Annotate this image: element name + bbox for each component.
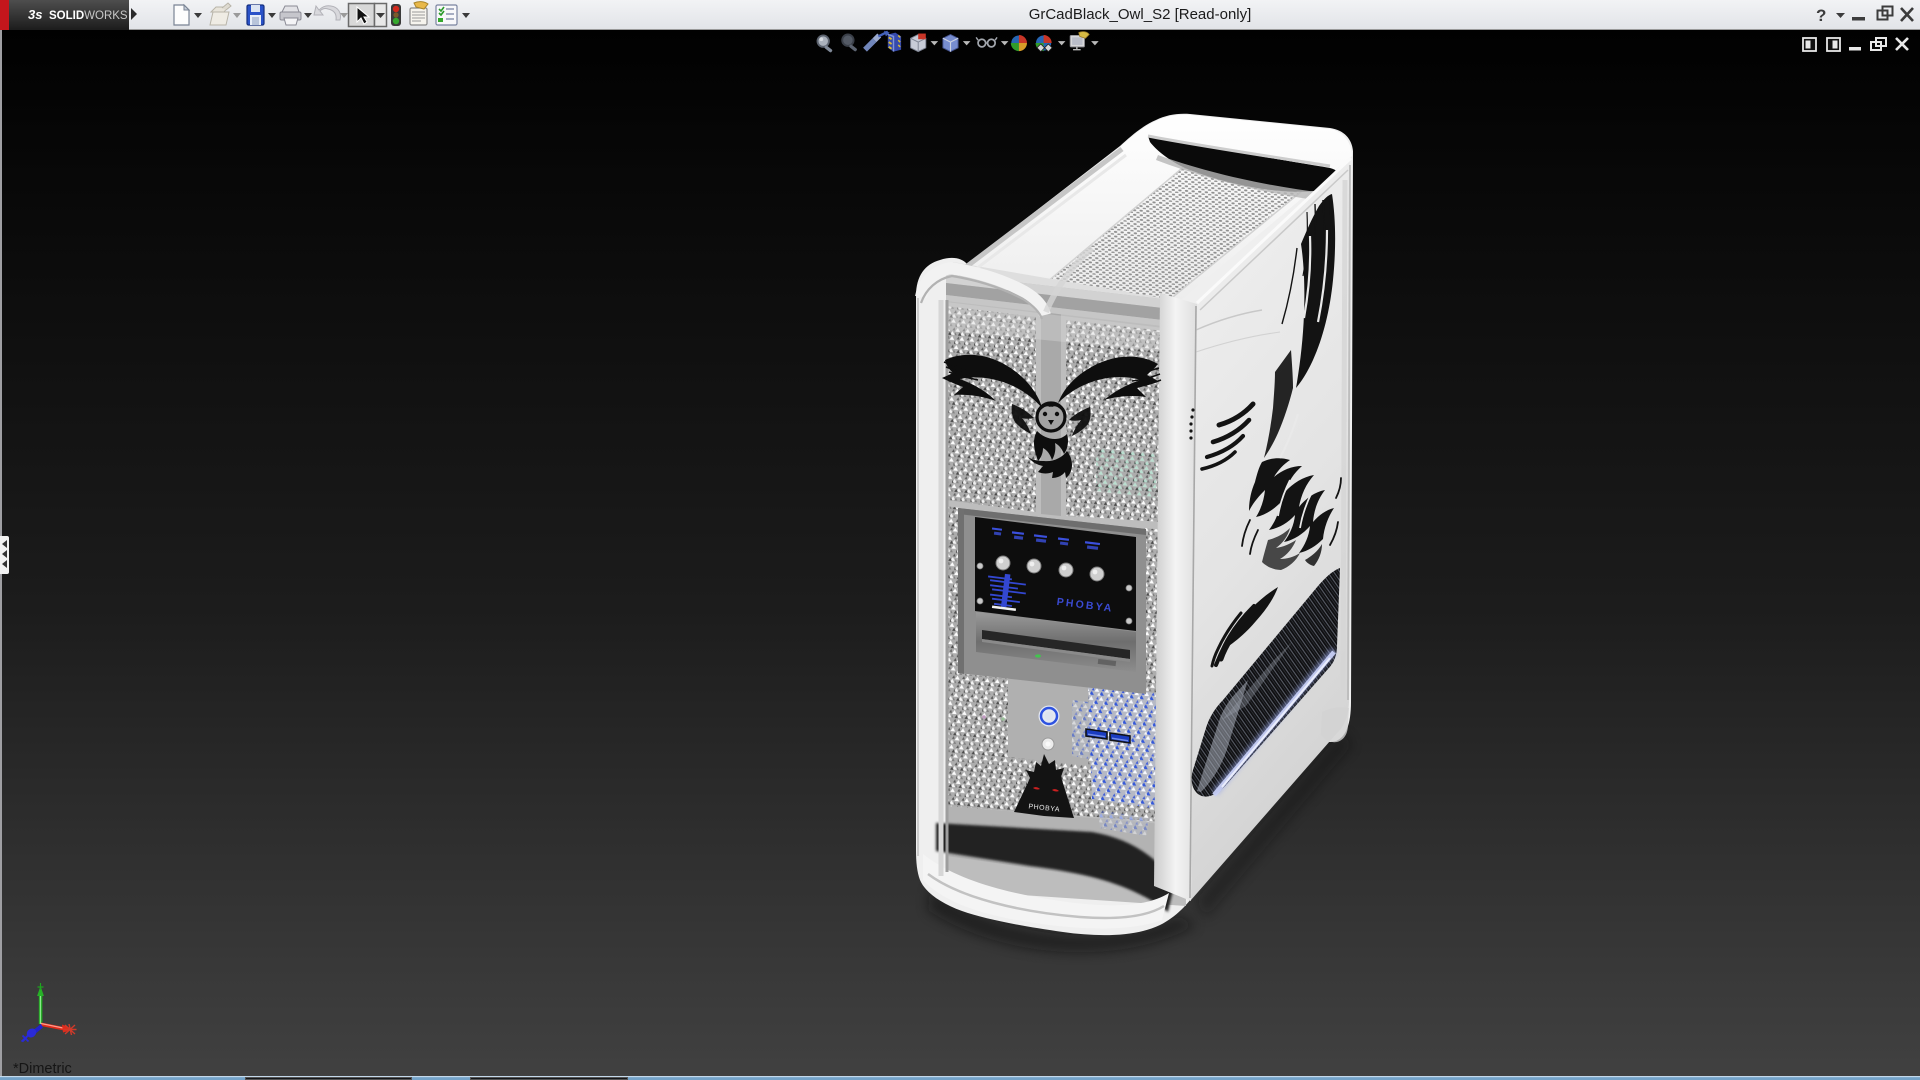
svg-text:?: ? xyxy=(1816,6,1826,25)
